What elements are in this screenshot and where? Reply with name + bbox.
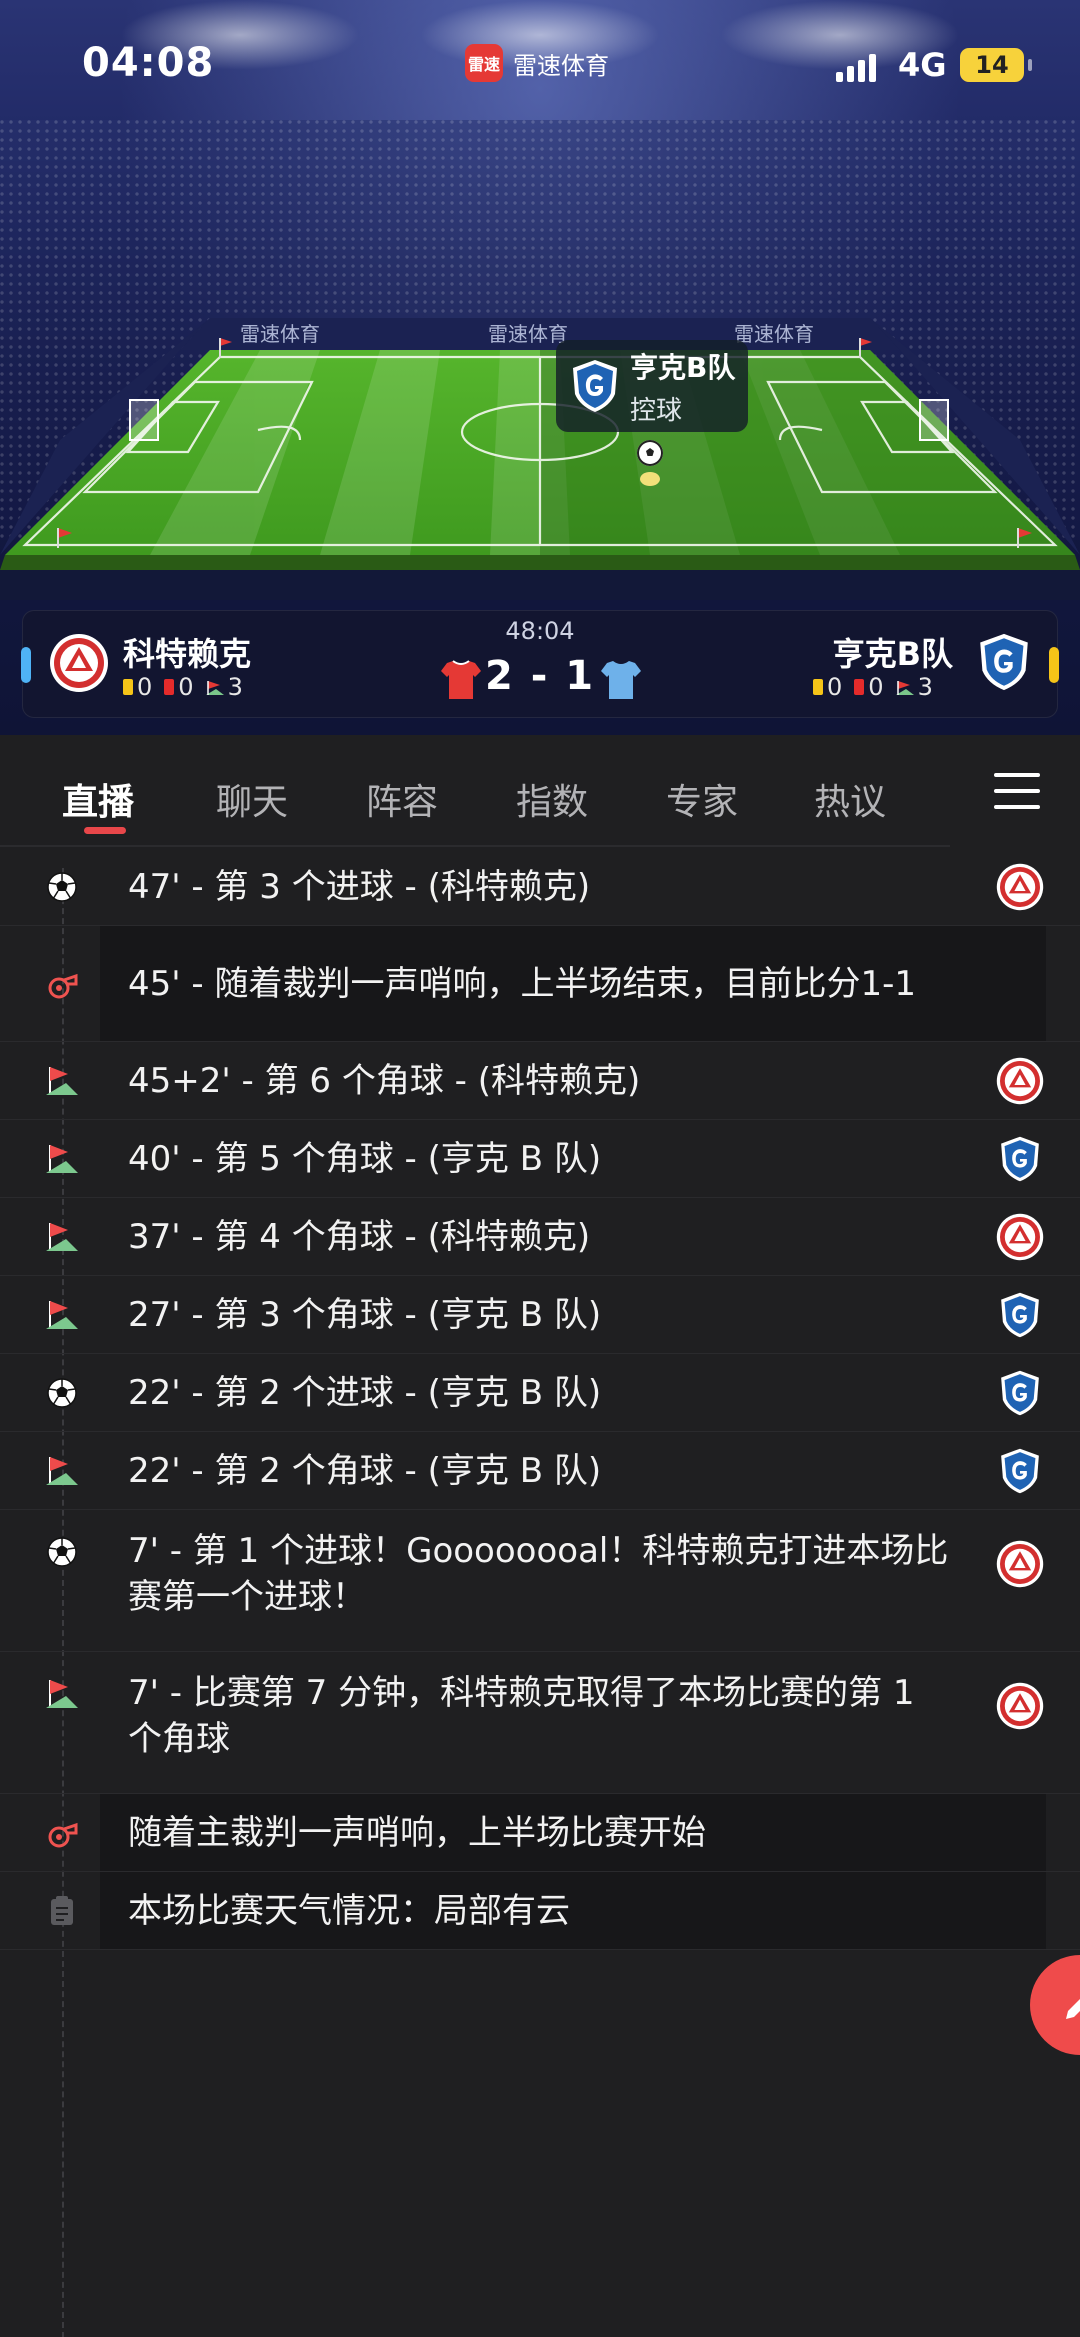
- genk-crest-icon: [573, 360, 617, 412]
- timeline-event[interactable]: 47' - 第 3 个进球 - (科特赖克): [0, 848, 1080, 926]
- away-yellow-count: 0: [827, 673, 843, 701]
- tab-lineup[interactable]: 阵容: [366, 773, 438, 825]
- divider: [0, 845, 950, 847]
- corner-flag-icon: [46, 1680, 78, 1708]
- whistle-icon: [48, 1822, 78, 1848]
- ball-icon: [637, 440, 663, 466]
- timeline-event[interactable]: 7' - 第 1 个进球！Goooooooal！科特赖克打进本场比赛第一个进球！: [0, 1510, 1080, 1652]
- signal-icon: [836, 52, 880, 82]
- genk-crest-icon: [1001, 1370, 1039, 1416]
- away-shirt-icon: [601, 661, 641, 699]
- possession-team: 亨克B队: [630, 350, 736, 384]
- event-text: 随着主裁判一声哨响，上半场比赛开始: [128, 1813, 706, 1853]
- timeline-event[interactable]: 随着主裁判一声哨响，上半场比赛开始: [0, 1794, 1080, 1872]
- genk-crest-icon[interactable]: [977, 631, 1031, 693]
- goal-icon: [47, 1378, 77, 1408]
- event-text: 7' - 第 1 个进球！Goooooooal！科特赖克打进本场比赛第一个进球！: [128, 1531, 949, 1617]
- event-text: 37' - 第 4 个角球 - (科特赖克): [128, 1217, 591, 1257]
- app-badge: 雷速 雷速体育: [465, 44, 609, 82]
- tab-experts[interactable]: 专家: [666, 773, 738, 825]
- red-card-icon: [854, 679, 865, 695]
- corner-flag-icon: [46, 1223, 78, 1251]
- event-text: 22' - 第 2 个角球 - (亨克 B 队): [128, 1451, 602, 1491]
- timeline-event[interactable]: 本场比赛天气情况：局部有云: [0, 1872, 1080, 1950]
- away-team-name[interactable]: 亨克B队: [833, 629, 953, 675]
- event-text: 本场比赛天气情况：局部有云: [128, 1891, 570, 1931]
- genk-crest-icon: [1001, 1136, 1039, 1182]
- timeline-event[interactable]: 22' - 第 2 个进球 - (亨克 B 队): [0, 1354, 1080, 1432]
- timeline-event[interactable]: 27' - 第 3 个角球 - (亨克 B 队): [0, 1276, 1080, 1354]
- genk-crest-icon: [1001, 1292, 1039, 1338]
- timeline-event[interactable]: 37' - 第 4 个角球 - (科特赖克): [0, 1198, 1080, 1276]
- kortrijk-crest-icon: [996, 1682, 1044, 1730]
- divider: [0, 1949, 1080, 1950]
- menu-icon[interactable]: [994, 773, 1040, 809]
- event-text: 40' - 第 5 个角球 - (亨克 B 队): [128, 1139, 602, 1179]
- kortrijk-crest-icon: [996, 1057, 1044, 1105]
- away-red-count: 0: [868, 673, 884, 701]
- event-text: 45+2' - 第 6 个角球 - (科特赖克): [128, 1061, 641, 1101]
- event-text: 27' - 第 3 个角球 - (亨克 B 队): [128, 1295, 602, 1335]
- ad-board-text: 雷速体育: [734, 322, 814, 346]
- tab-chat[interactable]: 聊天: [216, 773, 288, 825]
- event-text: 45' - 随着裁判一声哨响，上半场结束，目前比分1-1: [128, 964, 917, 1004]
- genk-crest-icon: [1001, 1448, 1039, 1494]
- corner-flag-icon: [895, 681, 914, 695]
- corner-flag-icon: [46, 1301, 78, 1329]
- corner-flag-icon: [46, 1145, 78, 1173]
- event-text: 47' - 第 3 个进球 - (科特赖克): [128, 867, 591, 907]
- timeline-event[interactable]: 45+2' - 第 6 个角球 - (科特赖克): [0, 1042, 1080, 1120]
- away-stats: 0 0 3: [813, 673, 933, 701]
- corner-flag-icon: [46, 1457, 78, 1485]
- battery-icon: 14: [960, 48, 1024, 82]
- event-text: 7' - 比赛第 7 分钟，科特赖克取得了本场比赛的第 1 个角球: [128, 1673, 926, 1759]
- status-bar: 04:08 雷速 雷速体育 4G 14: [0, 0, 1080, 120]
- tab-odds[interactable]: 指数: [516, 773, 588, 825]
- kortrijk-crest-icon: [996, 863, 1044, 911]
- clipboard-icon: [51, 1896, 73, 1925]
- away-corner-count: 3: [917, 673, 933, 701]
- kortrijk-crest-icon: [996, 1213, 1044, 1261]
- ad-board-text: 雷速体育: [240, 322, 320, 346]
- whistle-icon: [48, 973, 78, 999]
- timeline-event[interactable]: 45' - 随着裁判一声哨响，上半场结束，目前比分1-1: [0, 926, 1080, 1042]
- timeline-event[interactable]: 7' - 比赛第 7 分钟，科特赖克取得了本场比赛的第 1 个角球: [0, 1652, 1080, 1794]
- tab-discussion[interactable]: 热议: [814, 773, 886, 825]
- event-text: 22' - 第 2 个进球 - (亨克 B 队): [128, 1373, 602, 1413]
- battery-tip: [1028, 59, 1032, 71]
- tab-bar: 直播 聊天 阵容 指数 专家 热议: [0, 735, 1080, 847]
- timeline-event[interactable]: 40' - 第 5 个角球 - (亨克 B 队): [0, 1120, 1080, 1198]
- battery-level: 14: [975, 51, 1009, 79]
- app-logo: 雷速: [465, 44, 503, 82]
- possession-label: 控球: [630, 395, 683, 426]
- clock: 04:08: [82, 40, 215, 86]
- yellow-card-icon: [813, 679, 823, 695]
- timeline-event[interactable]: 22' - 第 2 个角球 - (亨克 B 队): [0, 1432, 1080, 1510]
- scoreboard: 科特赖克 0 0 3 48:04 2 - 1 亨克B队 0 0 3: [21, 610, 1059, 718]
- ball-position-marker: [640, 472, 660, 486]
- goal-icon: [47, 1537, 77, 1567]
- network-type: 4G: [898, 46, 947, 84]
- kortrijk-crest-icon: [996, 1540, 1044, 1588]
- goal-icon: [47, 872, 77, 902]
- pencil-icon: [1066, 1999, 1080, 2019]
- active-tab-indicator: [84, 827, 126, 834]
- live-timeline: 47' - 第 3 个进球 - (科特赖克) 45' - 随着裁判一声哨响，上半场…: [0, 848, 1080, 2337]
- tab-live[interactable]: 直播: [62, 773, 134, 825]
- app-name: 雷速体育: [513, 51, 609, 80]
- match-header: 雷速体育 雷速体育 雷速体育 04:08 雷速 雷速体育 4G 14 亨克B队 …: [0, 0, 1080, 735]
- possession-card: 亨克B队 控球: [556, 340, 748, 432]
- corner-flag-icon: [46, 1067, 78, 1095]
- ad-board-text: 雷速体育: [488, 322, 568, 346]
